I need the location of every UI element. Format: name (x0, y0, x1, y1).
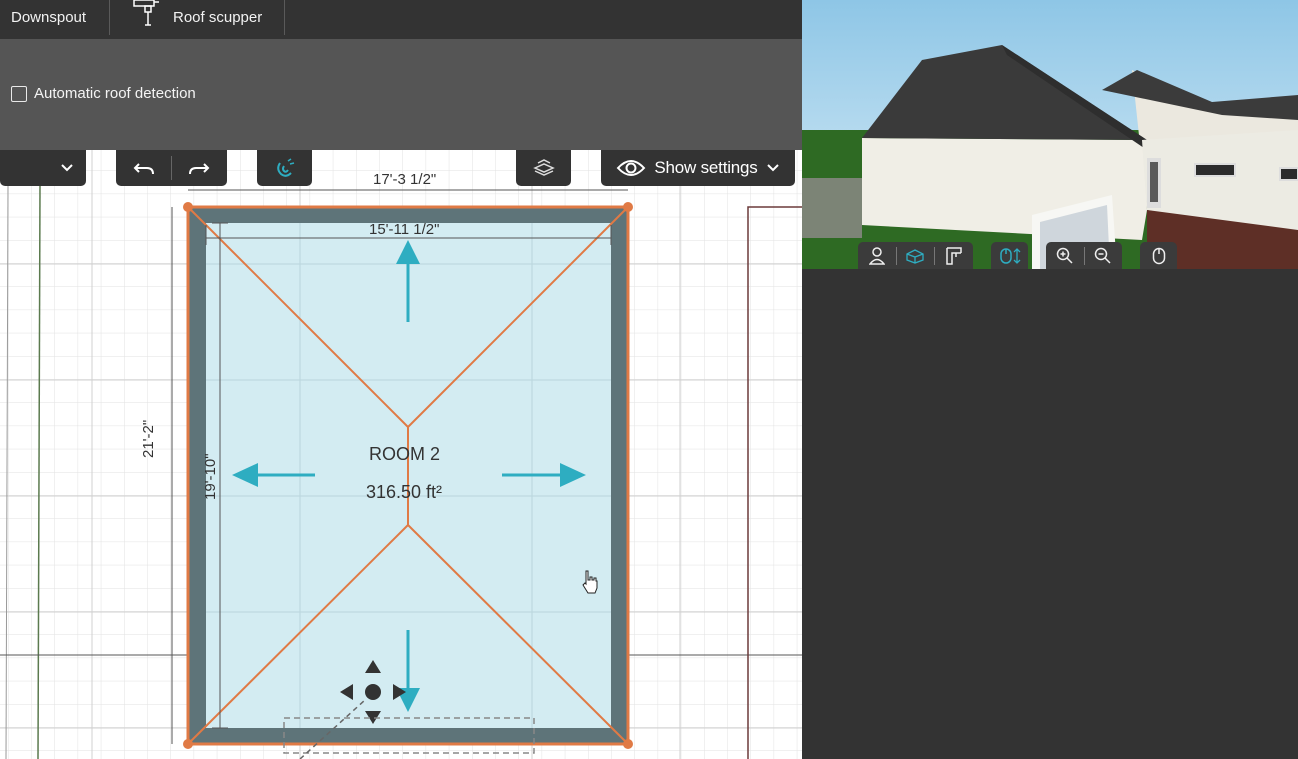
tab-divider (109, 0, 110, 35)
view-dropdown[interactable] (0, 150, 86, 186)
room-name-label: ROOM 2 (369, 444, 441, 464)
3d-house-render[interactable] (802, 0, 1298, 269)
floor-plan-canvas[interactable]: 17'-3 1/2" 15'-11 1/2" 21'-2" 19'-10" RO… (0, 150, 802, 759)
person-view-button[interactable] (858, 246, 896, 265)
zoom-out-icon (1094, 247, 1111, 264)
automatic-roof-detection-label: Automatic roof detection (34, 85, 196, 102)
undo-button[interactable] (117, 160, 171, 176)
floor-plan-view-button[interactable] (935, 246, 973, 265)
dimension-outer-width: 17'-3 1/2" (373, 171, 437, 188)
floor-plan-view-icon (946, 246, 962, 265)
right-side-panel (802, 269, 1298, 759)
tab-downspout[interactable]: Downspout (11, 0, 86, 35)
room-area-label: 316.50 ft² (366, 482, 443, 502)
3d-view[interactable] (802, 0, 1298, 269)
zoom-out-button[interactable] (1085, 247, 1122, 265)
automatic-roof-detection-checkbox[interactable] (11, 85, 27, 102)
top-tab-bar: Downspout Roof scupper (0, 0, 802, 39)
show-settings-label: Show settings (654, 158, 758, 177)
undo-redo-group (116, 150, 227, 186)
zoom-group (1046, 242, 1122, 269)
magnet-icon (276, 158, 294, 177)
dimension-inner-height: 19'-10" (202, 453, 219, 500)
zoom-in-icon (1056, 247, 1073, 264)
mouse-mode-button[interactable] (1140, 242, 1177, 269)
automatic-roof-detection-toggle[interactable]: Automatic roof detection (11, 85, 196, 102)
magnet-snap-button[interactable] (257, 150, 312, 186)
tab-downspout-label: Downspout (11, 9, 87, 26)
mouse-icon (1152, 247, 1165, 264)
view-mode-group (858, 242, 973, 269)
options-panel: Automatic roof detection (0, 39, 802, 150)
redo-icon (189, 163, 210, 175)
layers-icon (532, 159, 555, 176)
tab-roof-scupper-label: Roof scupper (173, 9, 263, 26)
redo-button[interactable] (172, 160, 226, 176)
layers-button[interactable] (516, 150, 571, 186)
chevron-down-icon (766, 163, 780, 173)
zoom-in-button[interactable] (1047, 247, 1084, 265)
mouse-vertical-move-icon (999, 247, 1020, 264)
roof-scupper-icon (133, 0, 161, 31)
dimension-inner-width: 15'-11 1/2" (369, 221, 440, 238)
eye-icon (616, 158, 646, 178)
chevron-down-icon (60, 163, 74, 173)
mouse-move-mode-button[interactable] (991, 242, 1028, 269)
tab-divider (284, 0, 285, 35)
dimension-outer-height: 21'-2" (140, 419, 157, 458)
show-settings-button[interactable]: Show settings (601, 150, 795, 186)
3d-box-view-icon (906, 248, 925, 264)
undo-icon (133, 163, 154, 175)
3d-box-view-button[interactable] (897, 248, 935, 264)
person-view-icon (868, 246, 885, 265)
tab-roof-scupper[interactable]: Roof scupper (133, 0, 262, 35)
